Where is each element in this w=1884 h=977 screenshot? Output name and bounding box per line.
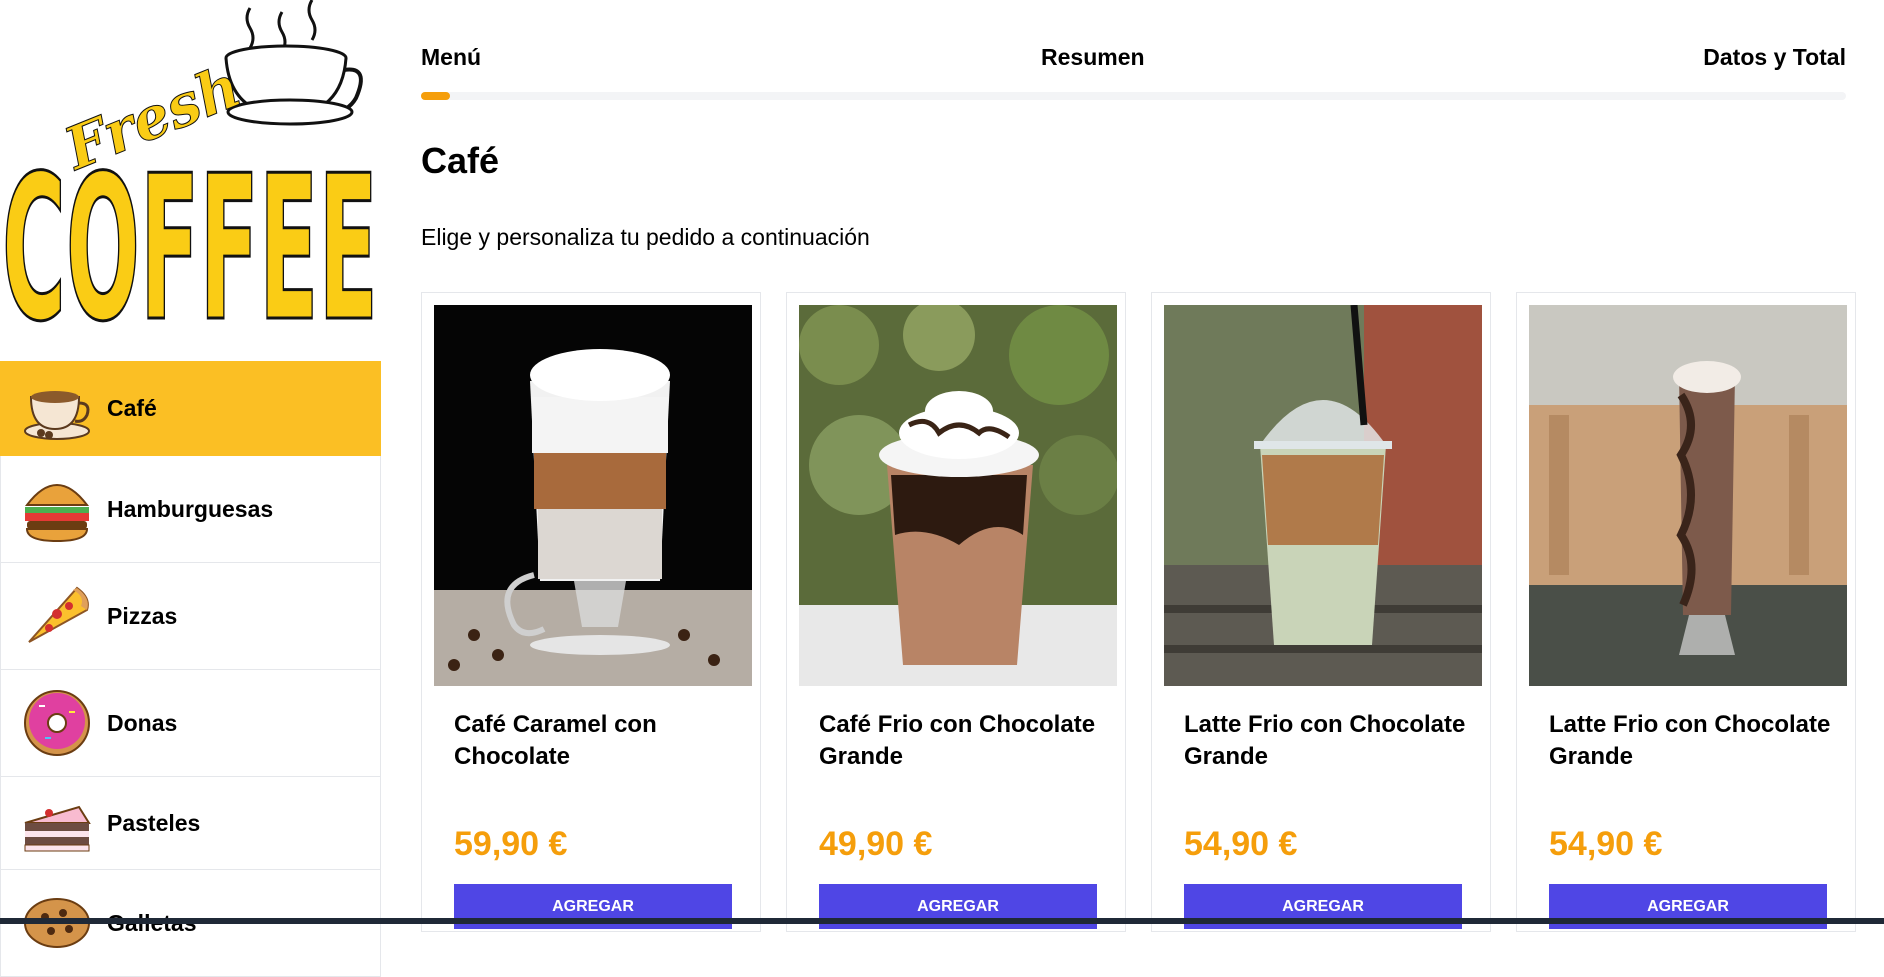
main-content: Menú Resumen Datos y Total Café Elige y … [421, 0, 1856, 932]
pizza-icon [28, 586, 89, 643]
product-card: Café Frio con Chocolate Grande 49,90 € A… [786, 292, 1126, 932]
category-label: Café [107, 395, 157, 421]
step-navigation: Menú Resumen Datos y Total [421, 44, 1846, 74]
product-price: 59,90 € [454, 825, 568, 863]
category-label: Hamburguesas [107, 495, 274, 522]
category-item-hamburguesas[interactable]: Hamburguesas [0, 456, 381, 563]
donut-icon [24, 690, 90, 756]
product-image [799, 305, 1117, 686]
product-name: Latte Frio con Chocolate Grande [1184, 711, 1466, 770]
category-item-donas[interactable]: Donas [0, 670, 381, 777]
product-price: 54,90 € [1184, 825, 1298, 863]
progress-bar-fill [421, 92, 450, 100]
product-name: Café Frio con Chocolate Grande [819, 711, 1096, 770]
page-subtitle: Elige y personaliza tu pedido a continua… [421, 224, 870, 250]
window-scrollbar[interactable] [0, 918, 1884, 924]
product-image [1529, 305, 1847, 686]
fresh-coffee-logo: Fresh COFFEE [1, 0, 380, 330]
page-title: Café [421, 140, 500, 181]
coffee-cup-icon [24, 390, 90, 440]
category-item-cafe[interactable]: Café [0, 361, 381, 456]
category-label: Pizzas [107, 602, 178, 629]
step-menu[interactable]: Menú [421, 44, 481, 71]
product-name: Latte Frio con Chocolate Grande [1549, 711, 1831, 770]
step-total[interactable]: Datos y Total [1703, 44, 1846, 71]
category-label: Donas [107, 709, 178, 736]
product-grid: Café Caramel con Chocolate 59,90 € Agreg… [421, 292, 1856, 932]
product-price: 54,90 € [1549, 825, 1663, 863]
product-card: Café Caramel con Chocolate 59,90 € Agreg… [421, 292, 761, 932]
product-name: Café Caramel con Chocolate [454, 711, 657, 770]
category-label: Pasteles [107, 809, 201, 836]
product-image [1164, 305, 1482, 686]
svg-text:COFFEE: COFFEE [2, 133, 378, 330]
product-card: Latte Frio con Chocolate Grande 54,90 € … [1151, 292, 1491, 932]
category-item-pizzas[interactable]: Pizzas [0, 563, 381, 670]
sidebar: Fresh COFFEE Café Hamburguesas Pizzas Do… [0, 0, 381, 977]
category-list: Café Hamburguesas Pizzas Donas Pasteles [0, 361, 381, 977]
step-summary[interactable]: Resumen [1041, 44, 1145, 71]
product-card: Latte Frio con Chocolate Grande 54,90 € … [1516, 292, 1856, 932]
product-price: 49,90 € [819, 825, 933, 863]
category-item-pasteles[interactable]: Pasteles [0, 777, 381, 870]
burger-icon [24, 484, 90, 543]
product-image [434, 305, 752, 686]
cake-icon [24, 805, 91, 852]
progress-bar [421, 92, 1846, 100]
